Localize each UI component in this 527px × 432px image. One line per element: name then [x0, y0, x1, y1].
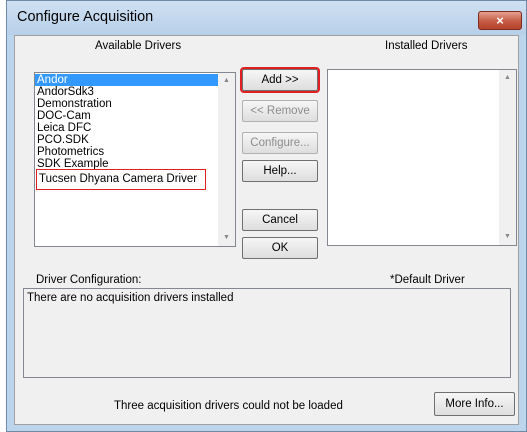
installed-drivers-scrollbar[interactable]: ▲ ▼	[499, 70, 516, 245]
close-icon: ×	[496, 13, 504, 28]
scroll-up-icon[interactable]: ▲	[218, 74, 235, 88]
list-item-andor[interactable]: Andor	[35, 74, 218, 86]
available-drivers-listbox[interactable]: Andor AndorSdk3 Demonstration DOC-Cam Le…	[34, 72, 236, 247]
available-drivers-list: Andor AndorSdk3 Demonstration DOC-Cam Le…	[35, 74, 218, 190]
title-bar: Configure Acquisition ×	[7, 1, 526, 35]
list-item-pco-sdk[interactable]: PCO.SDK	[35, 134, 218, 146]
driver-configuration-label: Driver Configuration:	[36, 274, 142, 286]
default-driver-label: *Default Driver	[390, 274, 465, 286]
available-drivers-label: Available Drivers	[95, 40, 182, 52]
list-item-photometrics[interactable]: Photometrics	[35, 146, 218, 158]
list-item-leica-dfc[interactable]: Leica DFC	[35, 122, 218, 134]
list-item-sdk-example[interactable]: SDK Example	[35, 158, 218, 170]
help-button[interactable]: Help...	[242, 160, 318, 182]
list-item-demonstration[interactable]: Demonstration	[35, 98, 218, 110]
installed-drivers-listbox[interactable]: ▲ ▼	[327, 69, 517, 246]
list-item-andorsdk3[interactable]: AndorSdk3	[35, 86, 218, 98]
list-item-doc-cam[interactable]: DOC-Cam	[35, 110, 218, 122]
driver-configuration-text: There are no acquisition drivers install…	[27, 292, 234, 304]
available-drivers-scrollbar[interactable]: ▲ ▼	[218, 73, 235, 246]
scroll-up-icon[interactable]: ▲	[499, 71, 516, 85]
scroll-down-icon[interactable]: ▼	[499, 230, 516, 244]
cancel-button[interactable]: Cancel	[242, 209, 318, 231]
scroll-down-icon[interactable]: ▼	[218, 231, 235, 245]
status-message: Three acquisition drivers could not be l…	[114, 400, 343, 412]
installed-drivers-label: Installed Drivers	[385, 40, 468, 52]
configure-button[interactable]: Configure...	[242, 132, 318, 154]
ok-button[interactable]: OK	[242, 237, 318, 259]
configure-acquisition-dialog: Configure Acquisition × Available Driver…	[6, 0, 527, 432]
window-title: Configure Acquisition	[17, 9, 154, 25]
add-button[interactable]: Add >>	[240, 67, 320, 93]
dialog-body: Available Drivers Installed Drivers Ando…	[14, 35, 519, 425]
remove-button[interactable]: << Remove	[242, 100, 318, 122]
more-info-button[interactable]: More Info...	[434, 392, 515, 416]
list-item-tucsen-dhyana[interactable]: Tucsen Dhyana Camera Driver	[36, 169, 206, 190]
driver-configuration-box: There are no acquisition drivers install…	[23, 288, 511, 378]
close-button[interactable]: ×	[478, 11, 522, 30]
